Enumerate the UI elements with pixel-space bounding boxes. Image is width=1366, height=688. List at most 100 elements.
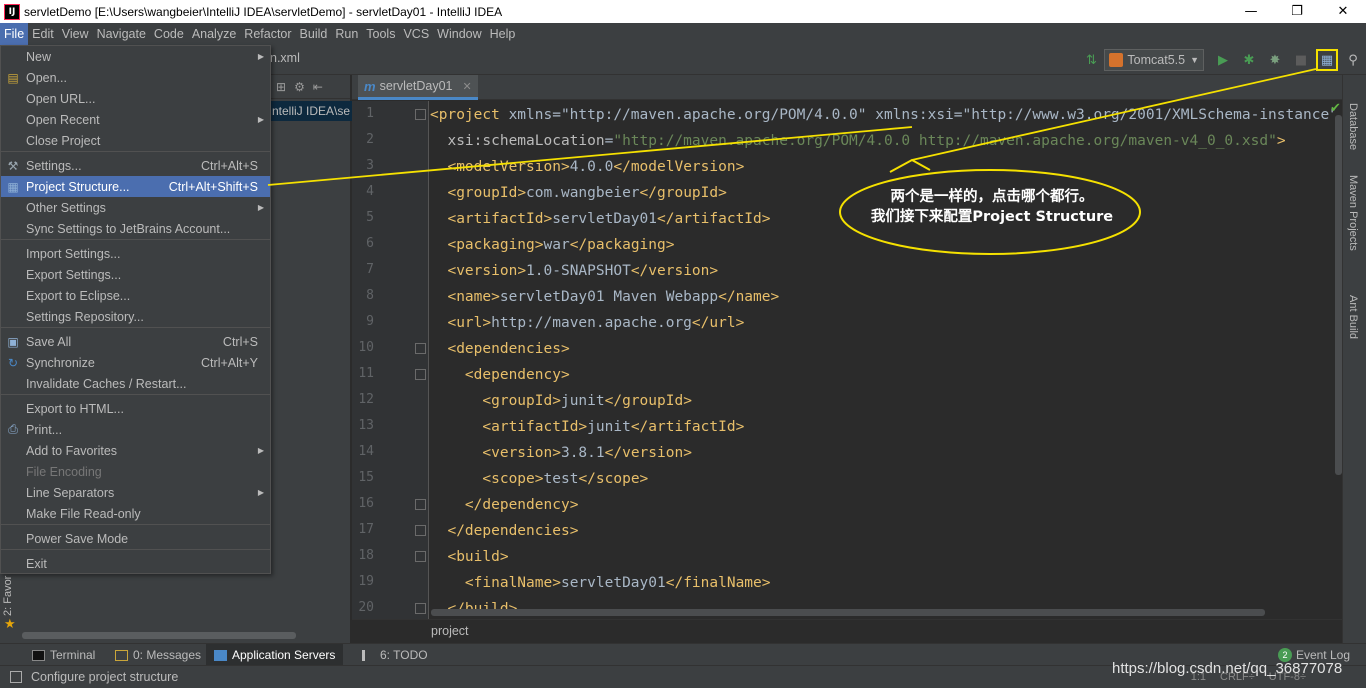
menu-help[interactable]: Help [486,23,520,45]
tool-button-database[interactable]: Database [1347,103,1359,150]
menu-item-new[interactable]: New ▶ [1,46,270,67]
code-line[interactable]: <build> [430,544,508,570]
inspection-ok-icon: ✔ [1330,101,1341,116]
nav-breadcrumb-file[interactable]: n.xml [270,51,300,65]
tool-button-maven-projects[interactable]: Maven Projects [1347,175,1359,251]
menu-item-line-separators[interactable]: Line Separators ▶ [1,482,270,503]
stop-icon[interactable]: ■ [1290,49,1312,71]
code-line[interactable]: <packaging>war</packaging> [430,232,674,258]
code-line[interactable]: <dependencies> [430,336,569,362]
menu-item-label: Export to Eclipse... [26,288,131,303]
menu-item-export-settings[interactable]: Export Settings... [1,264,270,285]
code-line[interactable]: <dependency> [430,362,570,388]
fold-marker-icon[interactable] [415,369,426,380]
close-button[interactable]: ✕ [1320,0,1366,23]
menu-item-other-settings[interactable]: Other Settings ▶ [1,197,270,218]
menu-separator [1,151,270,152]
menu-item-open-url[interactable]: Open URL... [1,88,270,109]
menu-item-save-all[interactable]: ▣ Save All Ctrl+S [1,331,270,352]
code-editor[interactable]: <project xmlns="http://maven.apache.org/… [430,101,1334,619]
menu-view[interactable]: View [58,23,93,45]
run-icon[interactable]: ▶ [1212,49,1234,71]
menu-run[interactable]: Run [331,23,362,45]
menu-window[interactable]: Window [433,23,485,45]
code-line[interactable]: <artifactId>junit</artifactId> [430,414,744,440]
project-tree-root[interactable]: ntelliJ IDEA\se [270,101,352,121]
terminal-tool-button[interactable]: Terminal [24,644,103,666]
todo-tool-button[interactable]: 6: TODO [354,644,436,666]
menu-item-close-project[interactable]: Close Project [1,130,270,151]
menu-item-export-to-html[interactable]: Export to HTML... [1,398,270,419]
editor-horizontal-scrollbar[interactable] [431,609,1265,616]
favorites-tool-button[interactable]: 2: Favor [2,572,14,616]
code-line[interactable]: <finalName>servletDay01</finalName> [430,570,771,596]
code-line[interactable]: <groupId>com.wangbeier</groupId> [430,180,726,206]
menu-build[interactable]: Build [296,23,332,45]
collapse-all-icon[interactable]: ⊞ [276,80,286,94]
menu-item-sync-settings-to-jetbrains-account[interactable]: Sync Settings to JetBrains Account... [1,218,270,239]
code-line[interactable]: <scope>test</scope> [430,466,648,492]
hide-panel-icon[interactable]: ⇤ [313,80,323,94]
menu-item-synchronize[interactable]: ↻ Synchronize Ctrl+Alt+Y [1,352,270,373]
run-configuration-select[interactable]: Tomcat5.5 ▼ [1104,49,1204,71]
debug-icon[interactable]: ✱ [1238,49,1260,71]
tool-button-ant-build[interactable]: Ant Build [1347,295,1359,339]
editor-vertical-scrollbar[interactable] [1335,115,1342,475]
menu-item-exit[interactable]: Exit [1,553,270,574]
search-icon[interactable]: ⚲ [1342,49,1364,71]
code-line[interactable]: xsi:schemaLocation="http://maven.apache.… [430,128,1285,154]
menu-item-import-settings[interactable]: Import Settings... [1,243,270,264]
close-tab-icon[interactable]: ✕ [463,80,472,93]
minimize-button[interactable]: — [1228,0,1274,23]
fold-marker-icon[interactable] [415,343,426,354]
project-horizontal-scrollbar[interactable] [22,632,296,639]
messages-tool-button[interactable]: 0: Messages [107,644,209,666]
code-line[interactable]: </dependency> [430,492,579,518]
menu-item-shortcut: Ctrl+S [222,334,258,349]
gear-icon[interactable]: ⚙ [294,80,305,94]
menu-item-add-to-favorites[interactable]: Add to Favorites ▶ [1,440,270,461]
fold-marker-icon[interactable] [415,551,426,562]
menu-item-invalidate-caches-restart[interactable]: Invalidate Caches / Restart... [1,373,270,394]
menu-vcs[interactable]: VCS [399,23,433,45]
application-servers-tool-button[interactable]: Application Servers [206,644,344,666]
code-line[interactable]: <project xmlns="http://maven.apache.org/… [430,102,1334,128]
code-line[interactable]: <version>1.0-SNAPSHOT</version> [430,258,718,284]
menu-file[interactable]: File [0,23,29,45]
menu-item-project-structure[interactable]: ▦ Project Structure... Ctrl+Alt+Shift+S [1,176,270,197]
tab-servletday01[interactable]: m servletDay01 ✕ [358,75,478,100]
menu-tools[interactable]: Tools [362,23,399,45]
fold-marker-icon[interactable] [415,499,426,510]
breadcrumb-item-project[interactable]: project [431,624,469,638]
menu-item-power-save-mode[interactable]: Power Save Mode [1,528,270,549]
menu-item-export-to-eclipse[interactable]: Export to Eclipse... [1,285,270,306]
menu-item-settings[interactable]: ⚒ Settings... Ctrl+Alt+S [1,155,270,176]
code-line[interactable]: <version>3.8.1</version> [430,440,692,466]
restore-button[interactable]: ❐ [1274,0,1320,23]
menu-analyze[interactable]: Analyze [188,23,240,45]
coverage-icon[interactable]: ✸ [1264,49,1286,71]
menu-navigate[interactable]: Navigate [93,23,150,45]
code-line[interactable]: <modelVersion>4.0.0</modelVersion> [430,154,744,180]
fold-marker-icon[interactable] [415,525,426,536]
menu-refactor[interactable]: Refactor [240,23,295,45]
code-line[interactable]: </dependencies> [430,518,578,544]
code-line[interactable]: <groupId>junit</groupId> [430,388,692,414]
fold-marker-icon[interactable] [415,109,426,120]
menu-item-make-file-read-only[interactable]: Make File Read-only [1,503,270,524]
menu-item-open[interactable]: ▤ Open... [1,67,270,88]
menu-code[interactable]: Code [150,23,188,45]
menu-item-open-recent[interactable]: Open Recent ▶ [1,109,270,130]
tool-windows-toggle-icon[interactable] [10,671,22,683]
code-line[interactable]: <name>servletDay01 Maven Webapp</name> [430,284,779,310]
code-line[interactable]: <url>http://maven.apache.org</url> [430,310,744,336]
menu-item-settings-repository[interactable]: Settings Repository... [1,306,270,327]
line-number: 12 [358,392,374,407]
fold-marker-icon[interactable] [415,603,426,614]
menu-item-print[interactable]: ⎙ Print... [1,419,270,440]
menu-edit[interactable]: Edit [28,23,58,45]
build-project-icon[interactable]: ⇅ [1080,49,1102,71]
project-structure-icon[interactable]: ▦ [1316,49,1338,71]
line-number: 9 [366,314,374,329]
code-line[interactable]: <artifactId>servletDay01</artifactId> [430,206,770,232]
